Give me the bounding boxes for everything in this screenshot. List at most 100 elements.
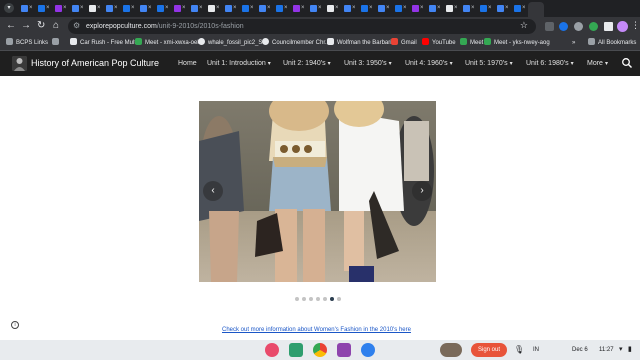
browser-tab[interactable]: × [54, 3, 67, 14]
tab-close-icon[interactable]: × [301, 4, 305, 12]
tab-close-icon[interactable]: × [165, 4, 169, 12]
tab-search-icon[interactable]: ▾ [4, 3, 14, 13]
browser-tab[interactable]: × [326, 3, 339, 14]
nav-unit-2[interactable]: Unit 2: 1940's ▾ [283, 58, 331, 70]
back-icon[interactable]: ← [6, 20, 16, 32]
extension-icon[interactable] [559, 22, 568, 31]
info-icon[interactable]: i [11, 321, 19, 329]
browser-tab[interactable]: × [258, 3, 271, 14]
browser-tab[interactable]: × [445, 3, 458, 14]
browser-tab[interactable]: × [360, 3, 373, 14]
carousel-prev-button[interactable]: ‹ [203, 181, 223, 201]
tab-close-icon[interactable]: × [454, 4, 458, 12]
browser-tab[interactable]: × [377, 3, 390, 14]
browser-tab[interactable]: × [309, 3, 322, 14]
carousel-dot[interactable] [337, 297, 341, 301]
nav-more[interactable]: More ▾ [587, 58, 608, 70]
womens-fashion-link[interactable]: Check out more information about Women's… [222, 326, 411, 335]
carousel-dot[interactable] [316, 297, 320, 301]
time-label[interactable]: 11:27 [599, 344, 614, 356]
tab-close-icon[interactable]: × [369, 4, 373, 12]
browser-tab[interactable]: × [428, 3, 441, 14]
app-icon[interactable] [361, 343, 375, 357]
tab-close-icon[interactable]: × [522, 4, 526, 12]
tab-close-icon[interactable]: × [420, 4, 424, 12]
address-bar[interactable]: ⚙ explorepopculture.com/unit-9-2010s/201… [68, 19, 536, 34]
tab-close-icon[interactable]: × [233, 4, 237, 12]
tab-close-icon[interactable]: × [199, 4, 203, 12]
bookmark-youtube[interactable]: YouTube [422, 38, 456, 49]
browser-tab[interactable]: × [224, 3, 237, 14]
tab-close-icon[interactable]: × [216, 4, 220, 12]
bookmark-star-icon[interactable]: ☆ [520, 20, 528, 31]
nav-unit-3[interactable]: Unit 3: 1950's ▾ [344, 58, 392, 70]
browser-tab[interactable]: × [343, 3, 356, 14]
tab-close-icon[interactable]: × [97, 4, 101, 12]
carousel-next-button[interactable]: › [412, 181, 432, 201]
tab-close-icon[interactable]: × [471, 4, 475, 12]
browser-tab[interactable]: × [275, 3, 288, 14]
carousel-dot[interactable] [302, 297, 306, 301]
tab-close-icon[interactable]: × [182, 4, 186, 12]
tab-close-icon[interactable]: × [114, 4, 118, 12]
site-title[interactable]: History of American Pop Culture [31, 57, 159, 70]
carousel-dot[interactable] [330, 297, 334, 301]
active-tab[interactable] [528, 2, 544, 17]
profile-avatar[interactable] [617, 21, 628, 32]
nav-unit-4[interactable]: Unit 4: 1960's ▾ [405, 58, 453, 70]
tab-close-icon[interactable]: × [80, 4, 84, 12]
extension-icon[interactable] [545, 22, 554, 31]
tab-close-icon[interactable]: × [29, 4, 33, 12]
browser-tab[interactable]: × [394, 3, 407, 14]
carousel-dot[interactable] [295, 297, 299, 301]
bookmark-meet-1[interactable]: Meet - xmi-xwxa-oek [135, 38, 200, 49]
extensions-puzzle-icon[interactable] [604, 22, 613, 31]
tab-close-icon[interactable]: × [335, 4, 339, 12]
search-icon[interactable] [621, 57, 633, 69]
browser-tab[interactable]: × [156, 3, 169, 14]
bookmark-car-rush[interactable]: Car Rush - Free Mult... [70, 38, 141, 49]
browser-tab[interactable]: × [37, 3, 50, 14]
bookmark-meet-3[interactable]: Meet - yks-nwey-aog [484, 38, 550, 49]
bookmark-whale-fossil[interactable]: whale_fossil_pic2_S... [198, 38, 267, 49]
tab-close-icon[interactable]: × [386, 4, 390, 12]
chrome-icon[interactable] [313, 343, 327, 357]
browser-tab[interactable]: × [462, 3, 475, 14]
forward-icon[interactable]: → [21, 20, 31, 32]
image-carousel[interactable]: ‹ › [199, 101, 436, 282]
tab-close-icon[interactable]: × [148, 4, 152, 12]
tab-close-icon[interactable]: × [437, 4, 441, 12]
all-bookmarks-folder[interactable]: All Bookmarks [588, 38, 636, 49]
app-icon[interactable] [265, 343, 279, 357]
app-icon[interactable] [337, 343, 351, 357]
browser-tab[interactable]: × [88, 3, 101, 14]
browser-tab[interactable]: × [292, 3, 305, 14]
browser-tab[interactable]: × [190, 3, 203, 14]
app-icon[interactable] [289, 343, 303, 357]
extension-icon[interactable] [589, 22, 598, 31]
tab-close-icon[interactable]: × [131, 4, 135, 12]
carousel-dot[interactable] [323, 297, 327, 301]
tab-close-icon[interactable]: × [284, 4, 288, 12]
extension-icon[interactable] [574, 22, 583, 31]
bookmark-councilmember[interactable]: Councilmember Chr... [262, 38, 330, 49]
mic-icon[interactable]: 🎙 [514, 344, 524, 356]
reload-icon[interactable]: ↻ [37, 20, 45, 32]
bookmark-folder-bcps[interactable]: BCPS Links [6, 38, 48, 49]
browser-tab[interactable]: × [139, 3, 152, 14]
battery-icon[interactable]: ▮ [628, 344, 632, 356]
tab-close-icon[interactable]: × [488, 4, 492, 12]
tab-close-icon[interactable]: × [250, 4, 254, 12]
sign-out-button[interactable]: Sign out [471, 343, 507, 357]
input-method[interactable]: IN [533, 344, 539, 356]
site-info-icon[interactable]: ⚙ [73, 21, 82, 31]
tab-close-icon[interactable]: × [46, 4, 50, 12]
tab-close-icon[interactable]: × [403, 4, 407, 12]
browser-tab[interactable]: × [71, 3, 84, 14]
browser-tab[interactable]: × [241, 3, 254, 14]
wifi-icon[interactable]: ▾ [619, 344, 623, 356]
bookmark-meet-2[interactable]: Meet [460, 38, 483, 49]
browser-tab[interactable]: × [411, 3, 424, 14]
browser-tab[interactable]: × [496, 3, 509, 14]
browser-tab[interactable]: × [105, 3, 118, 14]
